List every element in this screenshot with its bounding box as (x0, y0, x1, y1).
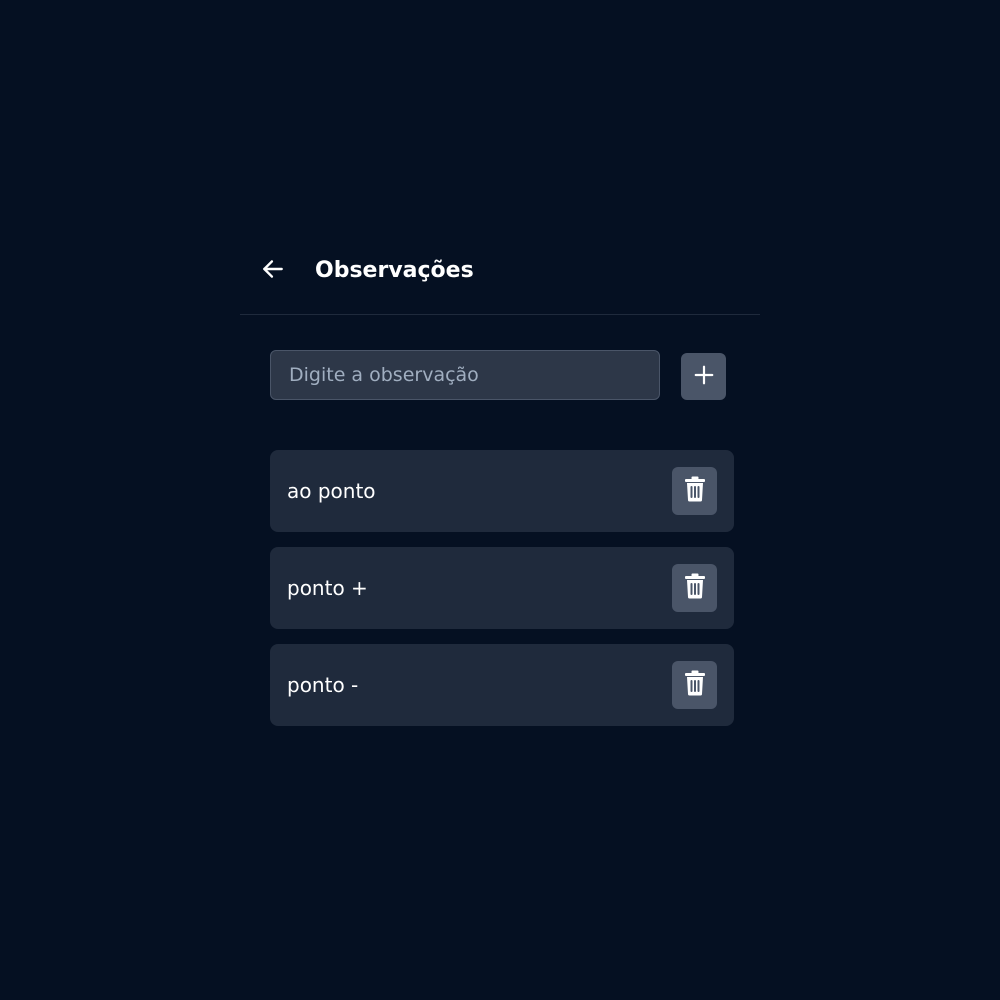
observation-list: ao ponto ponto + ponto - (270, 450, 734, 741)
delete-observation-button[interactable] (672, 467, 717, 515)
observation-input[interactable] (270, 350, 660, 400)
add-observation-button[interactable] (681, 353, 726, 400)
list-item: ponto - (270, 644, 734, 726)
trash-icon (684, 573, 706, 603)
observation-label: ponto + (287, 576, 368, 600)
arrow-left-icon (260, 256, 286, 286)
observation-label: ponto - (287, 673, 359, 697)
delete-observation-button[interactable] (672, 661, 717, 709)
trash-icon (684, 670, 706, 700)
page-title: Observações (315, 258, 474, 283)
header: Observações (240, 240, 760, 315)
trash-icon (684, 476, 706, 506)
plus-icon (693, 364, 715, 390)
add-observation-form (270, 350, 730, 400)
observation-label: ao ponto (287, 479, 376, 503)
back-button[interactable] (258, 256, 288, 286)
list-item: ao ponto (270, 450, 734, 532)
list-item: ponto + (270, 547, 734, 629)
delete-observation-button[interactable] (672, 564, 717, 612)
observations-panel: Observações ao ponto (240, 240, 760, 726)
